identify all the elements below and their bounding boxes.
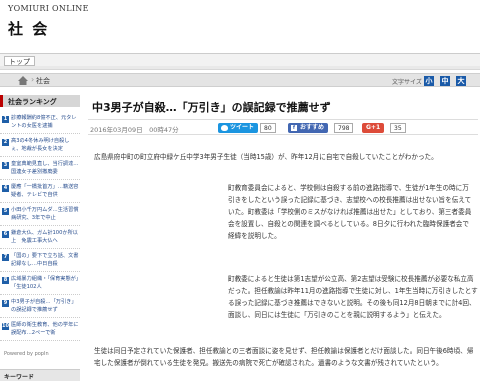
article-paragraph-wrap: 町教委によると生徒は第1志望が公立高、第2志望は受験に校長推薦が必要な私立高だっ… [92,273,478,321]
nav-divider [0,66,480,70]
ranking-link[interactable]: 診療報酬約8億不正、元タレントの女医を逮捕 [11,114,79,130]
facebook-icon: f [291,125,297,131]
facebook-count: 798 [334,123,354,133]
ranking-link[interactable]: 慶應「一橋批首万」…籍送容疑者、テレビで自供 [11,183,79,199]
google-plus-button[interactable]: G+1 [362,123,385,133]
powered-by-credit[interactable]: Powered by popIn [4,351,49,357]
google-plus-count: 35 [390,123,406,133]
facebook-recommend-button[interactable]: f おすすめ [288,123,329,133]
nav-tab-top[interactable]: トップ [4,56,35,66]
breadcrumb-separator-icon: › [31,75,35,84]
ranking-title: 社会ランキング [8,98,57,106]
ranking-link[interactable]: 広域暴力組織・「保育実態が」「生徒102人 [11,275,79,291]
ranking-link[interactable]: 鎌倉大仏、ガム計100か所以上 免震工事大仏へ [11,229,79,245]
global-nav: トップ [0,53,480,67]
article: 中3男子が自殺…「万引き」の誤記録で推薦せず 2016年03月09日 00時47… [88,95,480,386]
section-title: 社 会 [8,20,50,38]
ranking-link[interactable]: 高3の4冬休み明け自殺しぇ、地裁が長女を決定 [11,137,79,153]
ranking-item[interactable]: 3 皇室典範見直し、当行調達…国連女子差別撤廃委 [0,159,80,180]
ranking-item[interactable]: 1 診療報酬約8億不正、元タレントの女医を逮捕 [0,113,80,134]
ranking-item[interactable]: 4 慶應「一橋批首万」…籍送容疑者、テレビで自供 [0,182,80,203]
rank-number-badge: 7 [2,254,9,261]
font-size-medium-button[interactable]: 中 [440,76,450,86]
sidebar: 社会ランキング 1 診療報酬約8億不正、元タレントの女医を逮捕 2 高3の4冬休… [0,95,80,386]
ranking-link[interactable]: 中3男子が自殺…「万引き」の誤記録で推薦せず [11,298,79,314]
font-size-small-button[interactable]: 小 [424,76,434,86]
rank-number-badge: 9 [2,300,9,307]
ranking-link[interactable]: 医師の衛生教育、他の学年に誤配布…2ペーで衛 [11,321,79,337]
ranking-item[interactable]: 8 広域暴力組織・「保育実態が」「生徒102人 [0,274,80,295]
rank-number-badge: 4 [2,185,9,192]
rank-number-badge: 3 [2,162,9,169]
tweet-label: ツイート [230,124,255,131]
site-header: YOMIURI ONLINE 社 会 [0,0,480,50]
rank-number-badge: 6 [2,231,9,238]
article-headline: 中3男子が自殺…「万引き」の誤記録で推薦せず [92,101,331,114]
rank-number-badge: 8 [2,277,9,284]
article-meta: 2016年03月09日 00時47分 ツイート 80 f おすすめ 798 G+… [88,119,478,135]
breadcrumb: › 社会 文字サイズ 小 中 大 [0,73,480,87]
rank-number-badge: 1 [2,116,9,123]
article-paragraph: 広島県府中町の町立府中緑ケ丘中学3年男子生徒（当時15歳）が、昨年12月に自宅で… [94,153,438,161]
article-paragraph: 町教委によると生徒は第1志望が公立高、第2志望は受験に校長推薦が必要な私立高だっ… [228,275,478,319]
ranking-item[interactable]: 10 医師の衛生教育、他の学年に誤配布…2ペーで衛 [0,320,80,341]
ranking-item[interactable]: 6 鎌倉大仏、ガム計100か所以上 免震工事大仏へ [0,228,80,249]
ranking-item[interactable]: 9 中3男子が自殺…「万引き」の誤記録で推薦せず [0,297,80,318]
article-paragraph: 生徒は同日予定されていた保護者、担任教諭との三者面談に姿を見せず、担任教諭は保護… [94,347,474,367]
tweet-count: 80 [260,123,276,133]
twitter-bird-icon [221,125,228,131]
facebook-label: おすすめ [300,124,325,131]
font-size-label: 文字サイズ [392,79,422,86]
breadcrumb-current[interactable]: 社会 [36,76,50,86]
home-icon[interactable] [18,76,28,85]
ranking-header: 社会ランキング [0,95,80,107]
keyword-title: キーワード [4,374,35,381]
site-brand[interactable]: YOMIURI ONLINE [8,4,89,13]
tweet-button[interactable]: ツイート [218,123,259,133]
ranking-link[interactable]: 小田小千万円ムダ…生活習慣病研究、3年で中止 [11,206,79,222]
ranking-item[interactable]: 7 「国の」要下で立ち話、文書記録なし…中日自殺 [0,251,80,272]
article-paragraph: 町教育委員会によると、学校側は自殺する前の進路指導で、生徒が1年生の時に万引きを… [228,184,472,240]
ranking-link[interactable]: 皇室典範見直し、当行調達…国連女子差別撤廃委 [11,160,79,176]
article-date: 2016年03月09日 00時47分 [90,126,179,134]
ranking-item[interactable]: 5 小田小千万円ムダ…生活習慣病研究、3年で中止 [0,205,80,226]
ranking-item[interactable]: 2 高3の4冬休み明け自殺しぇ、地裁が長女を決定 [0,136,80,157]
keyword-header: キーワード [0,369,80,381]
ranking-link[interactable]: 「国の」要下で立ち話、文書記録なし…中日自殺 [11,252,79,268]
font-size-large-button[interactable]: 大 [456,76,466,86]
rank-number-badge: 10 [2,323,9,330]
rank-number-badge: 2 [2,139,9,146]
rank-number-badge: 5 [2,208,9,215]
